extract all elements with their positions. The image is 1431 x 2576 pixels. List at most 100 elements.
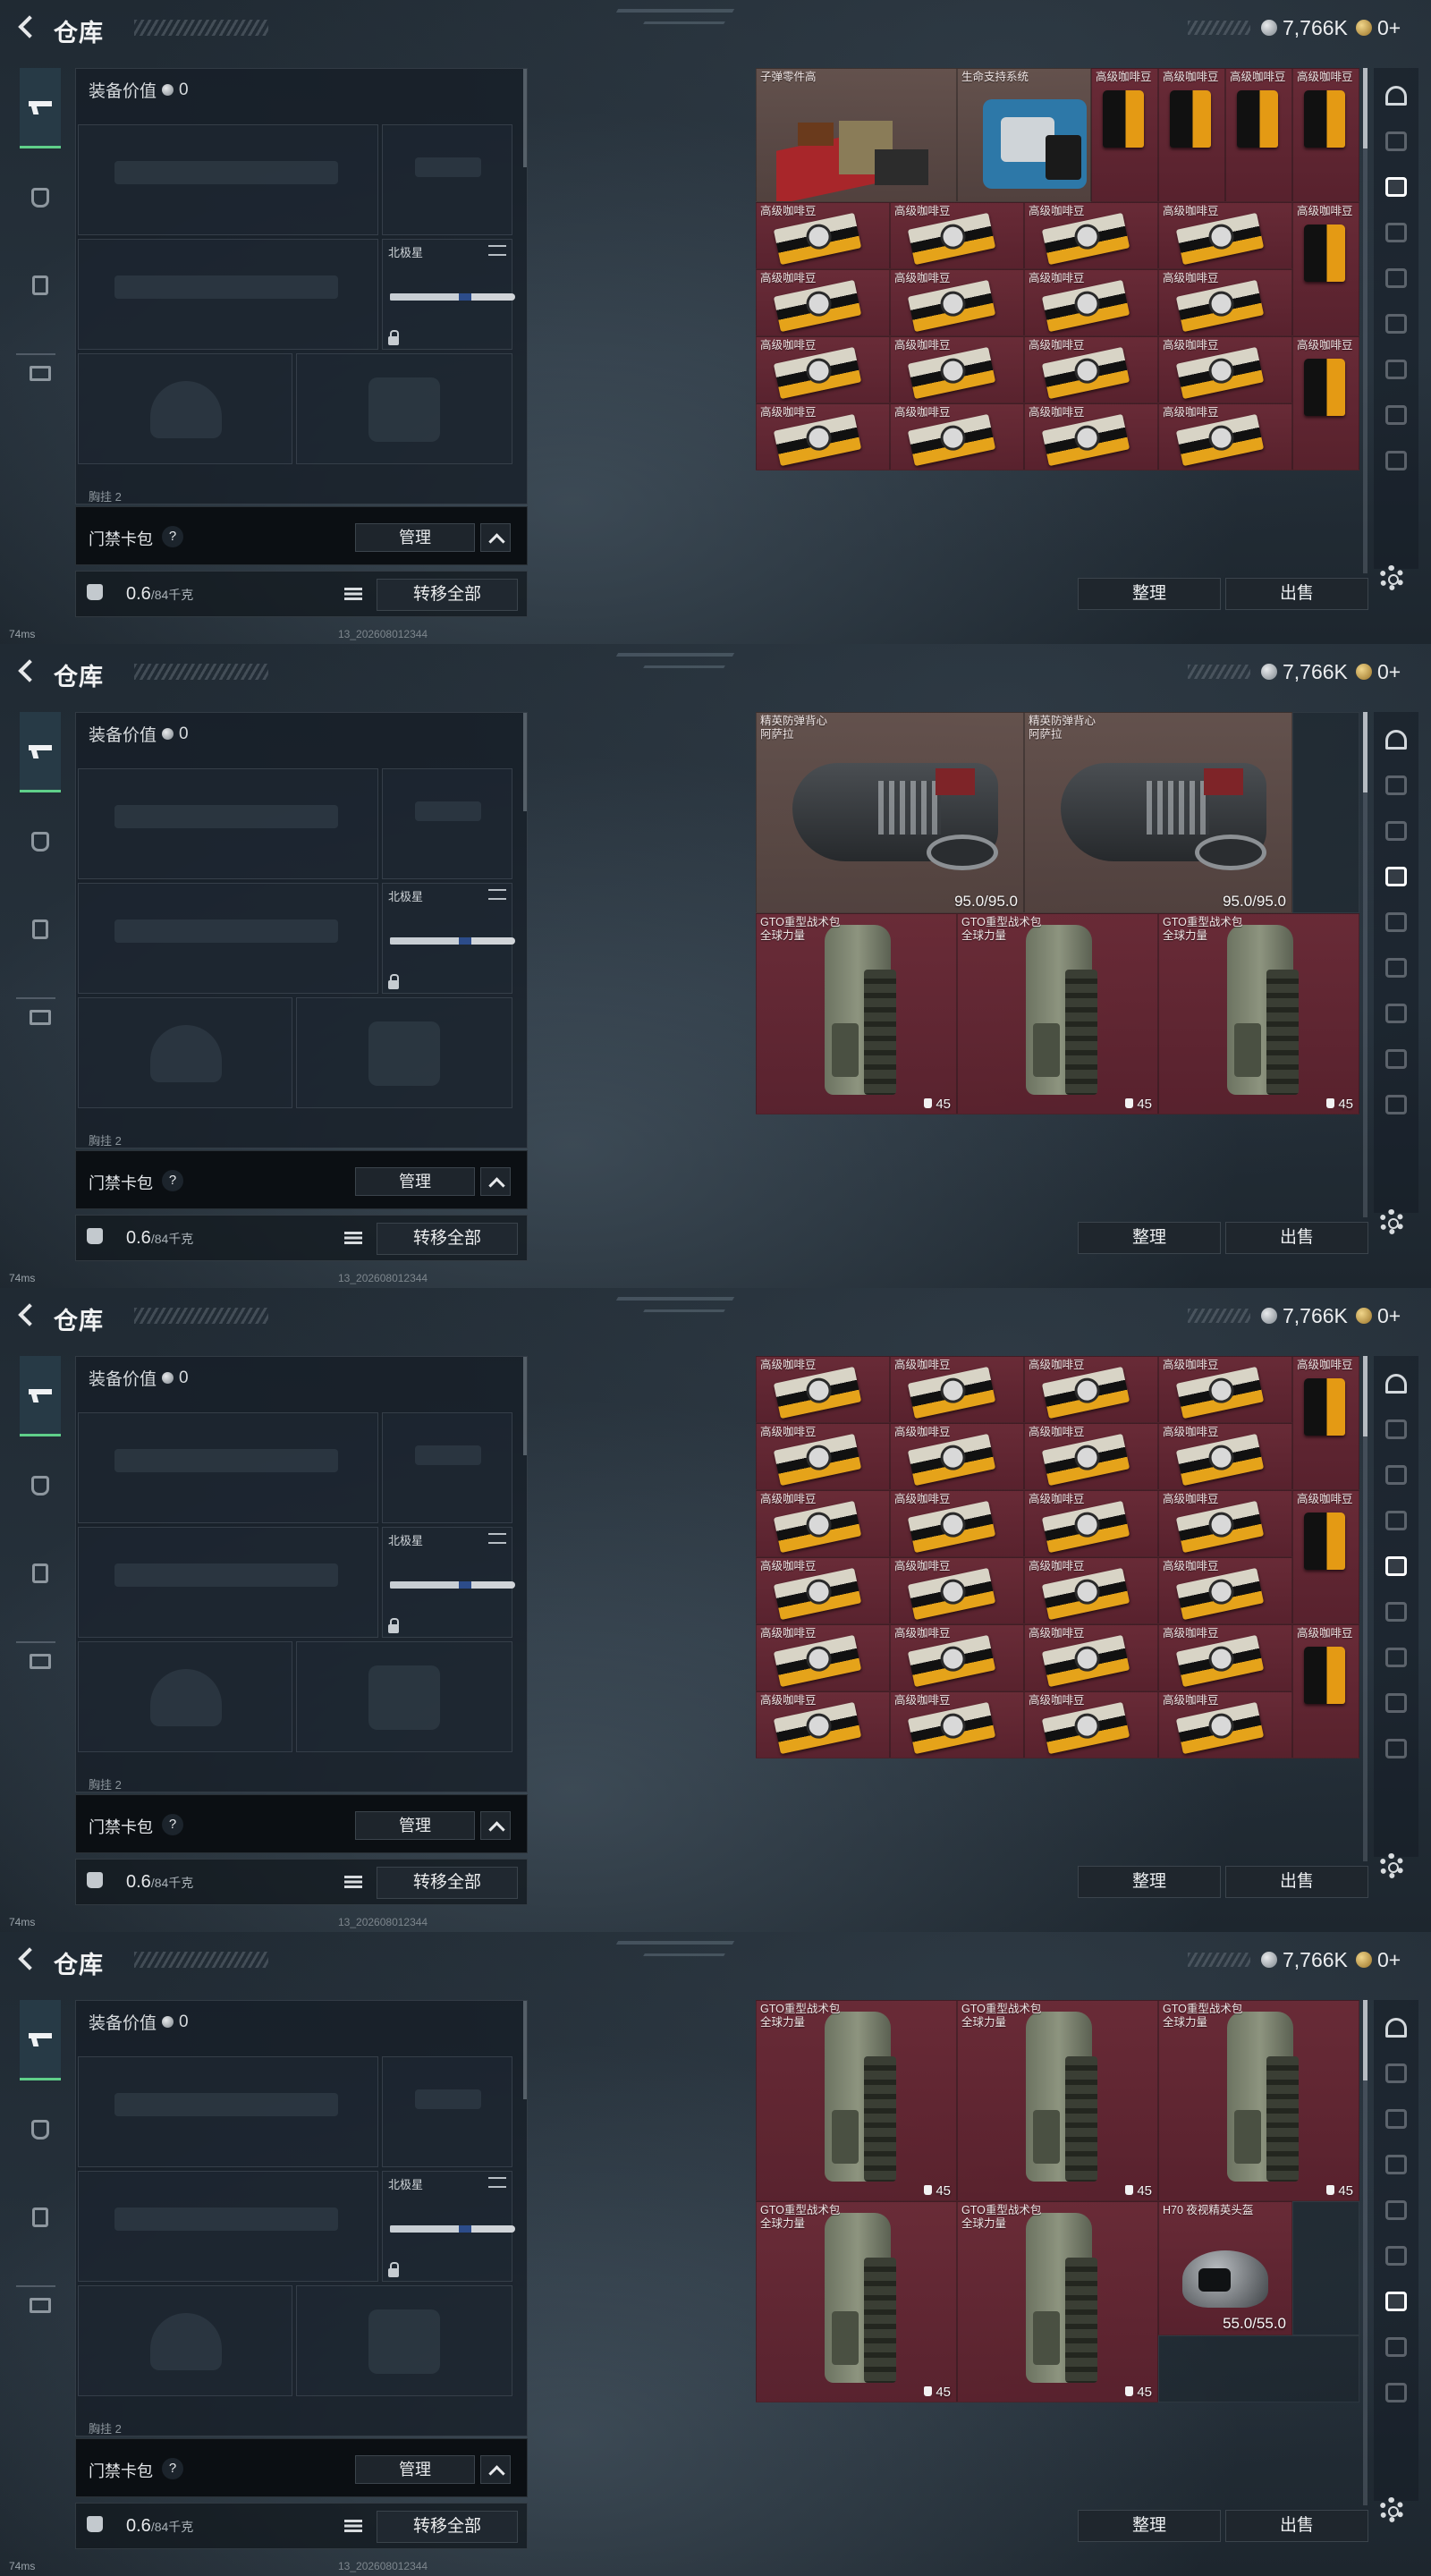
chevron-up-icon[interactable] bbox=[480, 1167, 511, 1196]
inventory-item[interactable]: 高级咖啡豆 bbox=[1292, 1356, 1359, 1490]
inventory-item[interactable]: 精英防弹背心 阿萨拉 95.0/95.0 bbox=[1024, 712, 1292, 913]
gold-currency[interactable]: 0+ bbox=[1356, 1946, 1401, 1973]
sidearm-slot[interactable] bbox=[382, 1412, 512, 1523]
equipment-scrollbar[interactable] bbox=[523, 2001, 527, 2099]
gold-currency[interactable]: 0+ bbox=[1356, 658, 1401, 685]
sell-button[interactable]: 出售 bbox=[1225, 2510, 1368, 2542]
inventory-item[interactable]: 高级咖啡豆 bbox=[1024, 1557, 1158, 1624]
tab-weapons[interactable] bbox=[20, 1356, 61, 1436]
sort-button[interactable]: 整理 bbox=[1078, 2510, 1221, 2542]
secondary-weapon-slot[interactable] bbox=[78, 239, 378, 350]
equipment-scrollbar[interactable] bbox=[523, 69, 527, 167]
secondary-weapon-slot[interactable] bbox=[78, 1527, 378, 1638]
storage-page-5[interactable] bbox=[1381, 263, 1411, 293]
storage-page-2[interactable] bbox=[1381, 770, 1411, 801]
secondary-weapon-slot[interactable] bbox=[78, 883, 378, 994]
storage-page-9[interactable] bbox=[1381, 2377, 1411, 2408]
storage-page-2[interactable] bbox=[1381, 126, 1411, 157]
tab-backpack[interactable] bbox=[20, 2177, 61, 2258]
swap-icon[interactable] bbox=[488, 889, 506, 900]
armor-slot[interactable] bbox=[296, 353, 512, 464]
inventory-item[interactable]: 高级咖啡豆 bbox=[1158, 403, 1292, 470]
transfer-all-button[interactable]: 转移全部 bbox=[377, 579, 518, 611]
scrollbar-thumb[interactable] bbox=[1363, 712, 1367, 792]
storage-page-4[interactable] bbox=[1381, 217, 1411, 248]
inventory-item[interactable]: 高级咖啡豆 bbox=[1024, 1356, 1158, 1423]
inventory-item[interactable]: GTO重型战术包 全球力量 45 bbox=[1158, 913, 1359, 1114]
storage-page-7[interactable] bbox=[1381, 1642, 1411, 1673]
storage-page-6[interactable] bbox=[1381, 1597, 1411, 1627]
list-icon[interactable] bbox=[344, 1232, 362, 1244]
storage-page-2[interactable] bbox=[1381, 2058, 1411, 2089]
inventory-item[interactable]: 高级咖啡豆 bbox=[890, 1423, 1024, 1490]
storage-page-7[interactable] bbox=[1381, 2286, 1411, 2317]
inventory-item[interactable]: 高级咖啡豆 bbox=[890, 1691, 1024, 1758]
storage-page-5[interactable] bbox=[1381, 1551, 1411, 1581]
transfer-all-button[interactable]: 转移全部 bbox=[377, 1223, 518, 1255]
storage-page-6[interactable] bbox=[1381, 2241, 1411, 2271]
inventory-item[interactable]: 高级咖啡豆 bbox=[1024, 1624, 1158, 1691]
list-icon[interactable] bbox=[344, 588, 362, 600]
tab-weapons[interactable] bbox=[20, 712, 61, 792]
storage-page-7[interactable] bbox=[1381, 998, 1411, 1029]
inventory-item[interactable]: H70 夜视精英头盔 55.0/55.0 bbox=[1158, 2201, 1292, 2335]
inventory-item[interactable]: 高级咖啡豆 bbox=[1024, 336, 1158, 403]
back-button[interactable] bbox=[13, 1301, 39, 1328]
tab-armor[interactable] bbox=[20, 157, 61, 238]
help-icon[interactable]: ? bbox=[162, 1170, 183, 1191]
melee-slot[interactable]: 北极星 bbox=[382, 239, 515, 350]
inventory-item[interactable]: 高级咖啡豆 bbox=[756, 336, 890, 403]
storage-page-9[interactable] bbox=[1381, 1733, 1411, 1764]
sell-button[interactable]: 出售 bbox=[1225, 1222, 1368, 1254]
equipment-scrollbar[interactable] bbox=[523, 713, 527, 811]
tab-case[interactable] bbox=[20, 1621, 61, 1701]
inventory-item[interactable]: GTO重型战术包 全球力量 45 bbox=[1158, 2000, 1359, 2201]
inventory-item[interactable]: 高级咖啡豆 bbox=[1158, 202, 1292, 269]
tab-backpack[interactable] bbox=[20, 1533, 61, 1614]
inventory-scrollbar[interactable] bbox=[1363, 2000, 1367, 2505]
inventory-item[interactable]: 生命支持系统 bbox=[957, 68, 1091, 202]
inventory-item[interactable]: 高级咖啡豆 bbox=[890, 336, 1024, 403]
primary-weapon-slot[interactable] bbox=[78, 2056, 378, 2167]
inventory-item[interactable]: 高级咖啡豆 bbox=[890, 269, 1024, 336]
inventory-scrollbar[interactable] bbox=[1363, 68, 1367, 573]
inventory-item[interactable]: GTO重型战术包 全球力量 45 bbox=[756, 2201, 957, 2402]
primary-weapon-slot[interactable] bbox=[78, 1412, 378, 1523]
gear-icon[interactable] bbox=[1379, 2497, 1404, 2522]
storage-page-8[interactable] bbox=[1381, 2332, 1411, 2362]
storage-page-1[interactable] bbox=[1381, 1368, 1411, 1399]
inventory-item[interactable]: GTO重型战术包 全球力量 45 bbox=[957, 2000, 1158, 2201]
storage-page-4[interactable] bbox=[1381, 1505, 1411, 1536]
storage-page-2[interactable] bbox=[1381, 1414, 1411, 1445]
back-button[interactable] bbox=[13, 1945, 39, 1972]
inventory-item[interactable]: 高级咖啡豆 bbox=[756, 202, 890, 269]
manage-button[interactable]: 管理 bbox=[355, 2455, 475, 2484]
inventory-item[interactable]: GTO重型战术包 全球力量 45 bbox=[957, 2201, 1158, 2402]
storage-page-3[interactable] bbox=[1381, 816, 1411, 846]
storage-page-3[interactable] bbox=[1381, 1460, 1411, 1490]
armor-slot[interactable] bbox=[296, 2285, 512, 2396]
inventory-item[interactable]: 高级咖啡豆 bbox=[1158, 1624, 1292, 1691]
storage-page-6[interactable] bbox=[1381, 953, 1411, 983]
storage-page-5[interactable] bbox=[1381, 2195, 1411, 2225]
sidearm-slot[interactable] bbox=[382, 124, 512, 235]
primary-weapon-slot[interactable] bbox=[78, 768, 378, 879]
inventory-item[interactable]: 高级咖啡豆 bbox=[1024, 269, 1158, 336]
gear-icon[interactable] bbox=[1379, 565, 1404, 590]
inventory-item[interactable]: 高级咖啡豆 bbox=[756, 1356, 890, 1423]
inventory-item[interactable]: GTO重型战术包 全球力量 45 bbox=[957, 913, 1158, 1114]
inventory-item[interactable]: 高级咖啡豆 bbox=[1024, 1691, 1158, 1758]
storage-page-9[interactable] bbox=[1381, 1089, 1411, 1120]
inventory-item[interactable]: 高级咖啡豆 bbox=[1158, 1557, 1292, 1624]
inventory-item[interactable]: 高级咖啡豆 bbox=[1158, 336, 1292, 403]
inventory-item[interactable]: 高级咖啡豆 bbox=[1024, 202, 1158, 269]
inventory-item[interactable]: 高级咖啡豆 bbox=[890, 1624, 1024, 1691]
storage-page-5[interactable] bbox=[1381, 907, 1411, 937]
melee-slot[interactable]: 北极星 bbox=[382, 2171, 515, 2282]
tab-backpack[interactable] bbox=[20, 245, 61, 326]
inventory-item[interactable]: 高级咖啡豆 bbox=[1292, 1490, 1359, 1624]
sort-button[interactable]: 整理 bbox=[1078, 578, 1221, 610]
storage-page-6[interactable] bbox=[1381, 309, 1411, 339]
tab-armor[interactable] bbox=[20, 801, 61, 882]
inventory-item[interactable]: GTO重型战术包 全球力量 45 bbox=[756, 913, 957, 1114]
